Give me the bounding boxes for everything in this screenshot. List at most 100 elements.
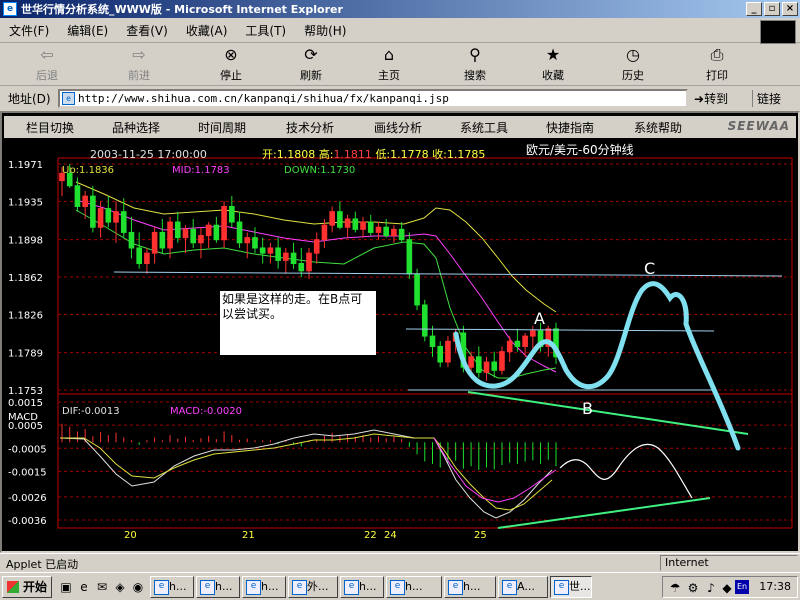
candle-body — [259, 247, 266, 254]
minimize-button[interactable]: _ — [746, 2, 762, 16]
candle-body — [360, 221, 366, 230]
browser-toolbar: ⇦ 后退 ⇨ 前进 ⊗ 停止 ⟳ 刷新 ⌂ 主页 ⚲ 搜索 ★ 收藏 ◷ 历史 ⎙ 打印 — [0, 44, 800, 86]
task-folder[interactable]: A... — [498, 576, 548, 598]
app-menu-quick-guide[interactable]: 快捷指南 — [546, 119, 594, 136]
candle-body — [522, 335, 528, 347]
task-ie-7[interactable]: h... — [444, 576, 496, 598]
task-shihua[interactable]: 世... — [550, 576, 592, 598]
go-button[interactable]: ➜转到 — [694, 90, 728, 107]
macd-tick-label: 0.0015 — [8, 398, 43, 409]
menu-favorites[interactable]: 收藏(A) — [177, 22, 237, 39]
status-text: Applet 已启动 — [6, 558, 79, 571]
time-tick-label: 20 — [124, 530, 137, 541]
quicklaunch-app2-icon[interactable]: ◉ — [130, 579, 146, 595]
quicklaunch-ie-icon[interactable]: e — [76, 579, 92, 595]
task-ie-2[interactable]: h... — [196, 576, 240, 598]
price-tick-label: 1.1862 — [8, 273, 43, 284]
task-ie-1[interactable]: h... — [150, 576, 194, 598]
tray-speaker-icon[interactable]: ♪ — [703, 580, 719, 596]
menu-tools[interactable]: 工具(T) — [236, 22, 295, 39]
quicklaunch-desktop-icon[interactable]: ▣ — [58, 579, 74, 595]
candle-body — [429, 335, 436, 347]
candle-body — [59, 172, 65, 182]
input-language-indicator[interactable]: En — [735, 580, 749, 594]
quicklaunch-outlook-icon[interactable]: ✉ — [94, 579, 110, 595]
price-tick-label: 1.1753 — [8, 386, 43, 397]
candle-body — [506, 340, 513, 353]
price-tick-label: 1.1935 — [8, 197, 43, 208]
forward-arrow-icon: ⇨ — [132, 45, 146, 64]
price-chart[interactable]: 1.1971 1.1935 1.1898 1.1862 1.1826 1.1789 1.17… — [4, 138, 796, 550]
history-button[interactable]: ◷ 历史 — [622, 44, 644, 86]
time-tick-label: 22 — [364, 530, 377, 541]
app-menu-column-switch[interactable]: 栏目切换 — [26, 119, 74, 136]
candle-body — [337, 211, 343, 228]
macd-panel-label: MACD — [8, 412, 38, 423]
print-button[interactable]: ⎙ 打印 — [706, 44, 728, 86]
favorites-button[interactable]: ★ 收藏 — [542, 44, 564, 86]
close-button[interactable]: × — [782, 2, 798, 16]
candle-body — [306, 252, 312, 272]
candle-body — [252, 237, 258, 249]
app-menu-bar: 栏目切换 品种选择 时间周期 技术分析 画线分析 系统工具 快捷指南 系统帮助 … — [4, 116, 796, 138]
candle-body — [74, 185, 81, 208]
print-icon: ⎙ — [710, 45, 724, 64]
candle-body — [90, 195, 96, 228]
candle-body — [499, 351, 505, 371]
candle-body — [344, 218, 351, 228]
forward-button[interactable]: ⇨ 前进 — [128, 44, 150, 86]
menu-view[interactable]: 查看(V) — [117, 22, 177, 39]
menu-bar: 文件(F) 编辑(E) 查看(V) 收藏(A) 工具(T) 帮助(H) — [0, 19, 800, 43]
favorites-icon: ★ — [545, 45, 561, 64]
app-menu-technical-analysis[interactable]: 技术分析 — [286, 119, 334, 136]
candle-body — [514, 340, 521, 347]
candle-body — [406, 239, 413, 275]
candle-body — [221, 206, 227, 241]
tray-umbrella-icon[interactable]: ☂ — [667, 580, 683, 596]
stop-button[interactable]: ⊗ 停止 — [220, 44, 242, 86]
title-bar: e 世华行情分析系统_WWW版 - Microsoft Internet Exp… — [0, 0, 800, 18]
task-ie-4[interactable]: 外... — [288, 576, 338, 598]
candle-body — [174, 221, 181, 239]
system-tray: ☂ ⚙ ♪ ◆ En 17:38 — [662, 576, 798, 598]
menu-edit[interactable]: 编辑(E) — [58, 22, 117, 39]
macd-tick-label: -0.0026 — [8, 493, 47, 504]
candle-body — [398, 228, 405, 241]
quicklaunch-app-icon[interactable]: ◈ — [112, 579, 128, 595]
app-menu-drawing-analysis[interactable]: 画线分析 — [374, 119, 422, 136]
candle-body — [167, 221, 173, 249]
price-tick-label: 1.1826 — [8, 310, 43, 321]
app-menu-system-help[interactable]: 系统帮助 — [634, 119, 682, 136]
menu-help[interactable]: 帮助(H) — [295, 22, 355, 39]
home-button[interactable]: ⌂ 主页 — [378, 44, 400, 86]
task-ie-5[interactable]: h... — [340, 576, 384, 598]
tray-app-icon[interactable]: ◆ — [719, 580, 735, 596]
app-menu-system-tools[interactable]: 系统工具 — [460, 119, 508, 136]
stop-icon: ⊗ — [224, 45, 238, 64]
price-tick-label: 1.1971 — [8, 160, 43, 171]
search-button[interactable]: ⚲ 搜索 — [464, 44, 486, 86]
bollinger-mid-label: MID:1.1783 — [172, 165, 230, 176]
candle-body — [267, 247, 274, 254]
start-button[interactable]: 开始 — [2, 576, 52, 598]
candle-body — [128, 231, 135, 249]
candle-body — [275, 247, 281, 261]
back-button[interactable]: ⇦ 后退 — [36, 44, 58, 86]
task-ie-3[interactable]: h... — [242, 576, 286, 598]
candle-body — [144, 252, 150, 265]
tray-network-icon[interactable]: ⚙ — [685, 580, 701, 596]
menu-file[interactable]: 文件(F) — [0, 22, 58, 39]
candle-body — [298, 263, 305, 272]
maximize-button[interactable]: ▫ — [764, 2, 780, 16]
macd-tick-label: -0.0005 — [8, 444, 47, 455]
task-ie-6[interactable]: h... — [386, 576, 442, 598]
candle-body — [228, 206, 235, 223]
refresh-button[interactable]: ⟳ 刷新 — [300, 44, 322, 86]
app-menu-symbol-select[interactable]: 品种选择 — [112, 119, 160, 136]
ie-icon: e — [3, 2, 17, 16]
links-button[interactable]: 链接 — [752, 90, 781, 107]
address-input[interactable]: e http://www.shihua.com.cn/kanpanqi/shih… — [58, 89, 688, 108]
candle-body — [105, 208, 112, 223]
app-menu-time-period[interactable]: 时间周期 — [198, 119, 246, 136]
candle-body — [445, 340, 451, 363]
